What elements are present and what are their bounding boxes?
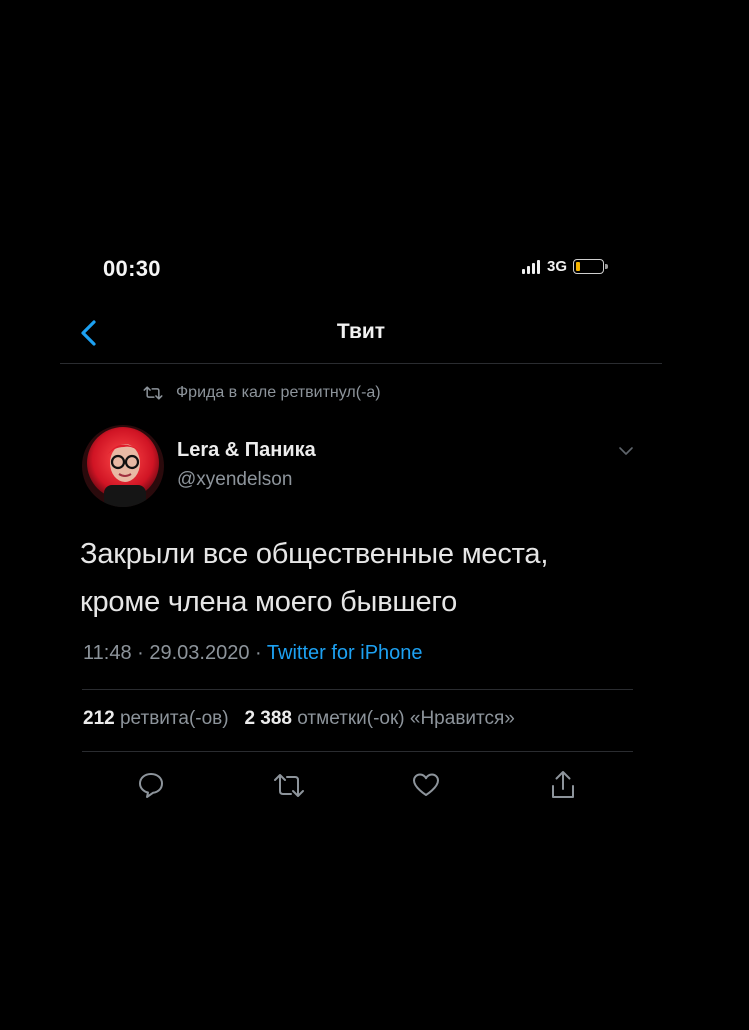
retweet-icon: [143, 386, 163, 400]
tweet-text-line: Закрыли все общественные места,: [80, 538, 549, 570]
likes-stat[interactable]: 2 388 отметки(-ок) «Нравится»: [244, 708, 514, 729]
tweet-source-link[interactable]: Twitter for iPhone: [267, 642, 423, 664]
likes-label: отметки(-ок) «Нравится»: [297, 708, 515, 729]
status-time: 00:30: [103, 256, 161, 281]
retweet-icon: [274, 774, 304, 797]
retweets-label: ретвита(-ов): [119, 708, 229, 729]
tweet-stats: 212 ретвита(-ов) 2 388 отметки(-ок) «Нра…: [83, 708, 515, 730]
tweet-text: Закрыли все общественные места, кроме чл…: [80, 530, 660, 626]
action-bar: [0, 768, 749, 808]
author-name[interactable]: Lera & Паника: [177, 439, 316, 462]
avatar[interactable]: [82, 425, 164, 507]
battery-icon: [573, 259, 609, 274]
share-icon: [552, 771, 574, 798]
author-handle[interactable]: @xyendelson: [177, 469, 292, 491]
nav-bar: Твит: [60, 308, 662, 364]
tweet-time: 11:48: [83, 642, 132, 664]
status-bar: 00:30 3G: [0, 252, 749, 284]
chevron-down-icon: [619, 447, 633, 455]
status-indicators: 3G: [522, 258, 609, 275]
heart-icon: [413, 773, 439, 796]
page-title: Твит: [336, 320, 386, 343]
retweets-count: 212: [83, 708, 115, 729]
divider: [82, 751, 633, 752]
share-button[interactable]: [546, 768, 580, 802]
meta-separator: ·: [255, 642, 262, 664]
retweet-notice[interactable]: Фрида в кале ретвитнул(-а): [143, 384, 381, 402]
meta-separator: ·: [137, 642, 144, 664]
more-options-button[interactable]: [616, 443, 636, 459]
tweet-text-line: кроме члена моего бывшего: [80, 586, 458, 618]
like-button[interactable]: [409, 768, 443, 802]
retweets-stat[interactable]: 212 ретвита(-ов): [83, 708, 229, 729]
reply-icon: [139, 773, 163, 798]
retweet-button[interactable]: [272, 768, 306, 802]
retweet-notice-text: Фрида в кале ретвитнул(-а): [176, 384, 381, 401]
tweet-meta: 11:48 · 29.03.2020 · Twitter for iPhone: [83, 642, 423, 665]
tweet-date: 29.03.2020: [149, 642, 250, 664]
signal-icon: [522, 259, 540, 274]
likes-count: 2 388: [244, 708, 292, 729]
reply-button[interactable]: [134, 768, 168, 802]
network-type: 3G: [547, 258, 568, 275]
divider: [82, 689, 633, 690]
